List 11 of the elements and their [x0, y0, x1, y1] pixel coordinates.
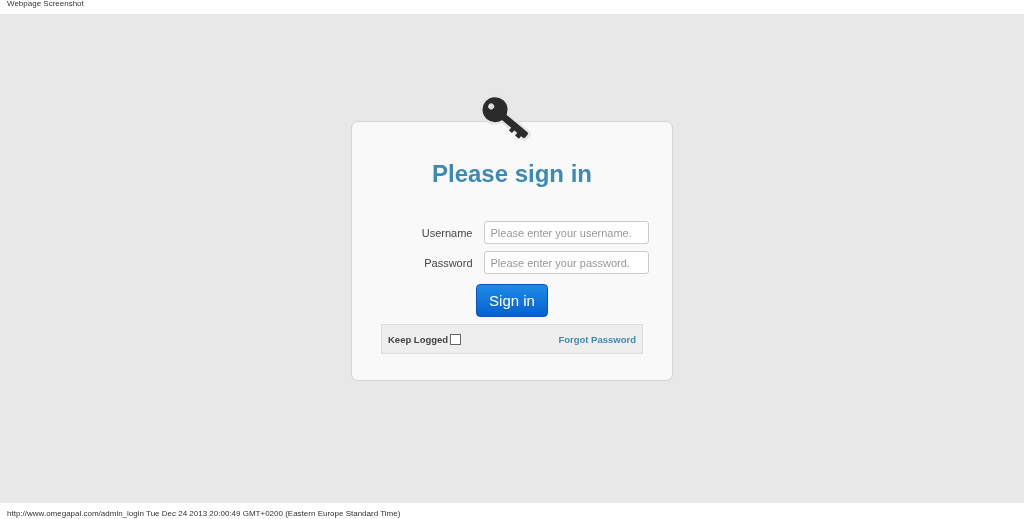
- keep-logged-checkbox[interactable]: [450, 333, 462, 345]
- keep-logged-label: Keep Logged: [388, 333, 449, 345]
- sign-in-heading: Please sign in: [431, 160, 593, 188]
- field-label: Password: [423, 256, 473, 269]
- page-title: Webpage Screenshot: [6, 0, 85, 10]
- field-label: Username: [420, 226, 473, 239]
- sign-in-button[interactable]: Sign in: [476, 284, 548, 317]
- input-field[interactable]: Please enter your username.: [483, 221, 649, 244]
- forgot-password-link[interactable]: Forgot Password: [558, 333, 636, 345]
- input-field[interactable]: Please enter your password.: [483, 251, 649, 274]
- page-url: http://www.omegapal.com/admin_login Tue Dec 24 2013 20:00:49 GMT+0200 (Eastern Europe Standard Time): [6, 508, 402, 519]
